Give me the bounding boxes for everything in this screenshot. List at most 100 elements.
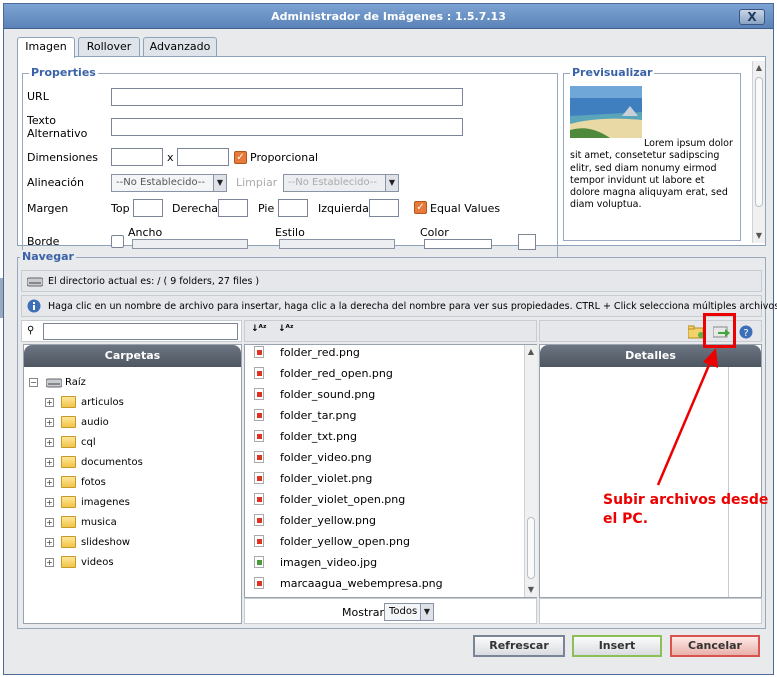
file-item[interactable]: imagen_video.jpg: [245, 552, 523, 573]
file-item[interactable]: folder_red_open.png: [245, 363, 523, 384]
folder-icon: [61, 456, 76, 468]
properties-scrollbar[interactable]: ▲ ▼: [752, 61, 765, 243]
file-name: imagen_video.jpg: [280, 556, 378, 569]
expand-icon[interactable]: +: [45, 418, 54, 427]
file-item[interactable]: folder_violet_open.png: [245, 489, 523, 510]
folder-item[interactable]: + cql: [24, 433, 224, 453]
collapse-icon[interactable]: −: [29, 378, 38, 387]
tab-advanzado[interactable]: Advanzado: [143, 37, 217, 57]
cancel-button[interactable]: Cancelar: [670, 635, 760, 657]
file-name: folder_red_open.png: [280, 367, 393, 380]
folder-item[interactable]: + articulos: [24, 393, 224, 413]
file-item[interactable]: folder_violet.png: [245, 468, 523, 489]
navigate-legend: Navegar: [20, 250, 76, 263]
margin-right-input[interactable]: [218, 199, 248, 217]
folder-item[interactable]: + musica: [24, 513, 224, 533]
expand-icon[interactable]: +: [45, 538, 54, 547]
folder-icon: [61, 396, 76, 408]
tab-rollover[interactable]: Rollover: [78, 37, 140, 57]
border-style-select[interactable]: [279, 239, 395, 249]
folder-label: videos: [81, 557, 114, 568]
height-input[interactable]: [177, 148, 229, 166]
clear-select[interactable]: --No Establecido-- ▼: [283, 174, 399, 192]
tree-root[interactable]: − Raíz: [24, 373, 224, 393]
folder-item[interactable]: + audio: [24, 413, 224, 433]
file-item[interactable]: folder_red.png: [245, 345, 523, 363]
border-color-input[interactable]: [424, 239, 492, 249]
image-file-icon: [254, 388, 264, 400]
annotation-text: Subir archivos desde el PC.: [603, 491, 768, 529]
insert-button[interactable]: Insert: [572, 635, 662, 657]
folder-item[interactable]: + documentos: [24, 453, 224, 473]
border-checkbox[interactable]: [111, 235, 124, 248]
files-scrollbar[interactable]: ▲ ▼: [524, 345, 537, 597]
expand-icon[interactable]: +: [45, 398, 54, 407]
refresh-button[interactable]: Refrescar: [473, 635, 565, 657]
file-item[interactable]: folder_sound.png: [245, 384, 523, 405]
margin-right-label: Derecha: [172, 202, 219, 215]
current-dir-text: El directorio actual es: / ( 9 folders, …: [48, 276, 260, 287]
scroll-up-icon[interactable]: ▲: [753, 61, 765, 75]
image-tab-panel: Properties URL Texto Alternativo Dimensi…: [17, 56, 766, 273]
equal-values-checkbox[interactable]: ✓: [414, 201, 427, 214]
margin-left-label: Izquierda: [318, 202, 369, 215]
scroll-down-icon[interactable]: ▼: [753, 229, 765, 243]
folder-item[interactable]: + videos: [24, 553, 224, 573]
expand-icon[interactable]: +: [45, 458, 54, 467]
align-select[interactable]: --No Establecido-- ▼: [111, 174, 227, 192]
annotation-arrow: [656, 348, 718, 486]
width-input[interactable]: [111, 148, 163, 166]
alt-text-input[interactable]: [111, 118, 463, 136]
title-bar: Administrador de Imágenes : 1.5.7.13 X: [4, 4, 773, 29]
scroll-down-icon[interactable]: ▼: [525, 583, 537, 597]
expand-icon[interactable]: +: [45, 498, 54, 507]
file-item[interactable]: marcaagua_webempresa.png: [245, 573, 523, 594]
scroll-thumb[interactable]: [527, 517, 535, 579]
margin-left-input[interactable]: [369, 199, 399, 217]
margin-bottom-input[interactable]: [278, 199, 308, 217]
dimensions-separator: x: [167, 151, 174, 164]
sort-az-icon[interactable]: ↓ᴬᶻ: [251, 324, 267, 334]
expand-icon[interactable]: +: [45, 478, 54, 487]
image-file-icon: [254, 367, 264, 379]
expand-icon[interactable]: +: [45, 438, 54, 447]
dimensions-label: Dimensiones: [27, 151, 98, 164]
scroll-thumb[interactable]: [755, 77, 763, 207]
file-name: folder_txt.png: [280, 430, 357, 443]
info-bar: Haga clic en un nombre de archivo para i…: [21, 295, 777, 317]
file-name: folder_red.png: [280, 346, 360, 359]
file-name: folder_violet_open.png: [280, 493, 406, 506]
folder-item[interactable]: + fotos: [24, 473, 224, 493]
filter-input[interactable]: [43, 323, 238, 340]
folder-item[interactable]: + slideshow: [24, 533, 224, 553]
file-item[interactable]: folder_tar.png: [245, 405, 523, 426]
folders-panel: Carpetas − Raíz + articulos + audio + cql + doc…: [23, 344, 242, 624]
help-icon[interactable]: ?: [739, 325, 753, 339]
file-item[interactable]: folder_video.png: [245, 447, 523, 468]
expand-icon[interactable]: +: [45, 518, 54, 527]
drive-icon: [46, 378, 62, 388]
sort-za-icon[interactable]: ↓ᴬᶻ: [278, 324, 294, 334]
close-button[interactable]: X: [739, 9, 765, 25]
file-item[interactable]: folder_yellow.png: [245, 510, 523, 531]
color-picker-button[interactable]: [518, 234, 536, 250]
sort-bar: ↓ᴬᶻ ↓ᴬᶻ: [244, 320, 537, 342]
left-edge-strip: [0, 278, 3, 318]
border-width-label: Ancho: [128, 226, 163, 239]
border-width-select[interactable]: [132, 239, 248, 249]
folder-icon: [61, 476, 76, 488]
show-select[interactable]: Todos ▼: [384, 603, 434, 621]
margin-top-input[interactable]: [133, 199, 163, 217]
file-item[interactable]: folder_txt.png: [245, 426, 523, 447]
file-item[interactable]: folder_yellow_open.png: [245, 531, 523, 552]
expand-icon[interactable]: +: [45, 558, 54, 567]
folder-label: fotos: [81, 477, 106, 488]
scroll-up-icon[interactable]: ▲: [525, 345, 537, 359]
info-text: Haga clic en un nombre de archivo para i…: [48, 301, 777, 312]
image-file-icon: [254, 430, 264, 442]
properties-fieldset: Properties URL Texto Alternativo Dimensi…: [22, 66, 558, 273]
proportional-checkbox[interactable]: ✓: [234, 151, 247, 164]
url-input[interactable]: [111, 88, 463, 106]
folder-item[interactable]: + imagenes: [24, 493, 224, 513]
tab-imagen[interactable]: Imagen: [17, 37, 75, 58]
